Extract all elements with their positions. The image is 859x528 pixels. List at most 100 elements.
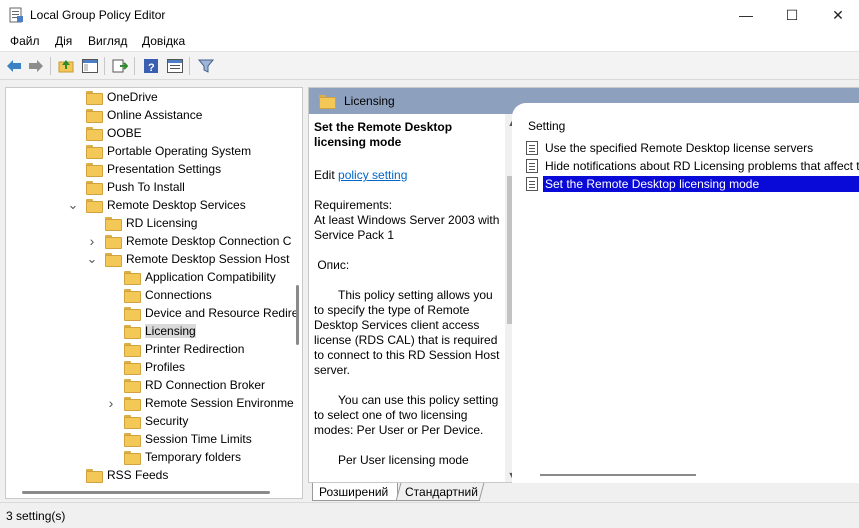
details-header-title: Licensing	[344, 94, 395, 108]
tree-item-label: OneDrive	[107, 90, 158, 104]
tab-extended[interactable]: Розширений	[312, 483, 398, 501]
tab-standard[interactable]: Стандартний	[395, 483, 485, 501]
details-pane: Licensing Set the Remote Desktop licensi…	[308, 87, 859, 483]
tree-item[interactable]: Device and Resource Redire	[124, 304, 298, 322]
list-item[interactable]: Use the specified Remote Desktop license…	[526, 139, 859, 157]
back-button[interactable]	[4, 56, 24, 76]
properties-button[interactable]	[165, 56, 185, 76]
tree-item[interactable]: ⌄ Remote Desktop Services	[68, 196, 246, 214]
list-item-label: Set the Remote Desktop licensing mode	[543, 176, 859, 192]
tree-item[interactable]: Licensing	[124, 322, 196, 340]
folder-icon	[124, 433, 141, 447]
folder-icon	[86, 127, 103, 141]
tree-item-label: Remote Desktop Session Host	[126, 252, 290, 266]
list-item[interactable]: Hide notifications about RD Licensing pr…	[526, 157, 859, 175]
tree-item[interactable]: › Remote Session Environme	[109, 394, 294, 412]
tree-item-label: Online Assistance	[107, 108, 203, 122]
menu-action[interactable]: Дія	[55, 34, 72, 48]
show-hide-tree-button[interactable]	[80, 56, 100, 76]
chevron-down-icon[interactable]: ⌄	[87, 251, 98, 266]
tree-horizontal-scrollbar[interactable]	[6, 486, 302, 498]
tree-item-label: RSS Feeds	[107, 468, 169, 482]
tree-item[interactable]: Presentation Settings	[86, 160, 221, 178]
up-folder-icon	[58, 60, 74, 73]
tree-item[interactable]: RD Connection Broker	[124, 376, 265, 394]
tab-extended-label: Розширений	[319, 484, 389, 499]
tree-item-label: Session Time Limits	[145, 432, 252, 446]
tree-item-label: Temporary folders	[145, 450, 242, 464]
tree-item-label: Connections	[145, 288, 212, 302]
view-tabs: Розширений Стандартний	[308, 483, 859, 501]
tree-item[interactable]: Session Time Limits	[124, 430, 252, 448]
tree-item[interactable]: Portable Operating System	[86, 142, 251, 160]
folder-icon	[124, 451, 141, 465]
edit-prefix: Edit	[314, 168, 339, 182]
folder-icon	[86, 181, 103, 195]
tree-item-label: Licensing	[145, 324, 196, 338]
list-horizontal-scrollbar[interactable]	[536, 470, 856, 480]
tree-item[interactable]: OneDrive	[86, 88, 158, 106]
up-one-level-button[interactable]	[56, 56, 76, 76]
status-text: 3 setting(s)	[6, 509, 66, 523]
folder-icon	[124, 379, 141, 393]
folder-icon	[105, 235, 122, 249]
folder-icon	[124, 415, 141, 429]
minimize-icon: —	[739, 7, 753, 23]
window-title: Local Group Policy Editor	[30, 8, 166, 22]
filter-button[interactable]	[196, 56, 216, 76]
chevron-right-icon[interactable]: ›	[87, 233, 97, 249]
tree-item[interactable]: Push To Install	[86, 178, 185, 196]
status-bar: 3 setting(s)	[0, 502, 859, 528]
description-paragraph-3: Per User licensing mode	[338, 453, 469, 467]
maximize-button[interactable]: ☐	[769, 0, 815, 30]
tree-item[interactable]: Security	[124, 412, 188, 430]
chevron-right-icon[interactable]: ›	[106, 395, 116, 411]
scroll-thumb[interactable]	[540, 474, 696, 476]
tree-item-label: Remote Session Environme	[145, 396, 294, 410]
tree-item[interactable]: › Remote Desktop Connection C	[90, 232, 291, 250]
list-item-label: Hide notifications about RD Licensing pr…	[545, 159, 859, 173]
folder-icon	[124, 361, 141, 375]
tree-vertical-scrollbar[interactable]	[293, 88, 302, 486]
description-paragraph-1: This policy setting allows you to specif…	[314, 288, 500, 377]
policy-setting-icon	[526, 141, 538, 155]
requirements-label: Requirements:	[314, 198, 393, 212]
help-button[interactable]: ?	[141, 56, 161, 76]
tree-item[interactable]: ⌄ Remote Desktop Session Host	[87, 250, 290, 268]
tree-item-label: RD Licensing	[126, 216, 198, 230]
tab-standard-label: Стандартний	[405, 484, 479, 499]
menu-file[interactable]: Файл	[10, 34, 40, 48]
tree-item[interactable]: Connections	[124, 286, 212, 304]
console-tree[interactable]: OneDrive Online Assistance OOBE Portable Op…	[5, 87, 303, 499]
export-list-button[interactable]	[110, 56, 130, 76]
tree-item[interactable]: RSS Feeds	[86, 466, 168, 484]
policy-setting-icon	[526, 177, 538, 191]
toolbar: ?	[0, 52, 859, 80]
tree-item[interactable]: Profiles	[124, 358, 185, 376]
menu-help[interactable]: Довідка	[142, 34, 185, 48]
folder-icon	[124, 307, 141, 321]
tree-item[interactable]: Online Assistance	[86, 106, 202, 124]
chevron-down-icon[interactable]: ⌄	[68, 197, 79, 212]
toolbar-separator	[134, 57, 135, 75]
tree-item[interactable]: OOBE	[86, 124, 142, 142]
forward-button[interactable]	[26, 56, 46, 76]
tree-item-label: Security	[145, 414, 189, 428]
close-icon: ✕	[832, 6, 844, 23]
tree-item[interactable]: RD Licensing	[105, 214, 197, 232]
scroll-thumb[interactable]	[296, 285, 299, 345]
policy-setting-link[interactable]: policy setting	[338, 168, 407, 182]
list-item-label: Use the specified Remote Desktop license…	[545, 141, 814, 155]
svg-text:?: ?	[148, 62, 155, 74]
minimize-button[interactable]: —	[723, 0, 769, 30]
list-item-selected[interactable]: Set the Remote Desktop licensing mode	[526, 175, 859, 193]
close-button[interactable]: ✕	[815, 0, 859, 30]
scroll-thumb[interactable]	[22, 491, 270, 494]
tree-item[interactable]: Temporary folders	[124, 448, 241, 466]
column-header-setting[interactable]: Setting	[528, 119, 565, 133]
tree-item-label: Profiles	[145, 360, 186, 374]
tree-item[interactable]: Application Compatibility	[124, 268, 276, 286]
tree-item[interactable]: Printer Redirection	[124, 340, 244, 358]
folder-icon	[124, 289, 141, 303]
menu-view[interactable]: Вигляд	[88, 34, 127, 48]
